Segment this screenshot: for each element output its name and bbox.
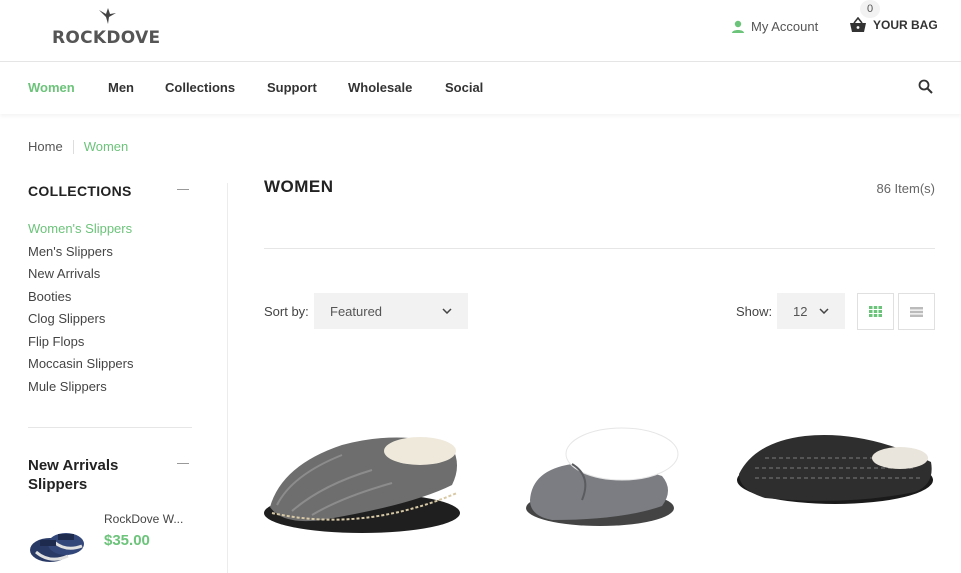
search-icon[interactable] <box>918 79 934 95</box>
breadcrumb-current: Women <box>83 139 129 154</box>
my-account-label: My Account <box>751 19 819 34</box>
your-bag-label: YOUR BAG <box>873 18 938 32</box>
nav-item-wholesale[interactable]: Wholesale <box>348 80 412 95</box>
grid-view-icon <box>869 306 882 317</box>
sort-select[interactable]: Featured <box>314 293 468 329</box>
new-arrival-thumbnail[interactable] <box>28 512 88 568</box>
collapse-collections-icon[interactable] <box>177 189 189 190</box>
new-arrival-price: $35.00 <box>104 532 150 549</box>
nav-item-collections[interactable]: Collections <box>165 80 235 95</box>
list-view-button[interactable] <box>898 293 935 330</box>
breadcrumb-separator <box>72 139 74 154</box>
collapse-new-arrivals-icon[interactable] <box>177 463 189 464</box>
main-nav: Women Men Collections Support Wholesale … <box>0 62 961 114</box>
bird-logo-icon <box>99 8 116 24</box>
new-arrivals-title: New Arrivals Slippers <box>28 457 119 493</box>
breadcrumb: Home Women <box>28 139 128 154</box>
sidebar-divider <box>28 427 192 428</box>
product-image-grey-bootie[interactable] <box>526 427 679 526</box>
item-count: 86 Item(s) <box>876 181 935 196</box>
collection-mens-slippers[interactable]: Men's Slippers <box>28 244 134 267</box>
nav-item-women[interactable]: Women <box>28 80 75 95</box>
collection-clog-slippers[interactable]: Clog Slippers <box>28 311 134 334</box>
collection-new-arrivals[interactable]: New Arrivals <box>28 266 134 289</box>
your-bag-button[interactable]: YOUR BAG <box>849 17 938 33</box>
collection-moccasin-slippers[interactable]: Moccasin Slippers <box>28 356 134 379</box>
my-account-link[interactable]: My Account <box>731 19 818 34</box>
nav-item-support[interactable]: Support <box>267 80 317 95</box>
grid-view-button[interactable] <box>857 293 894 330</box>
nav-item-social[interactable]: Social <box>445 80 483 95</box>
sort-select-value: Featured <box>330 303 383 319</box>
sidebar-vertical-divider <box>227 183 228 573</box>
collection-mule-slippers[interactable]: Mule Slippers <box>28 379 134 402</box>
collection-womens-slippers[interactable]: Women's Slippers <box>28 221 134 244</box>
list-view-icon <box>910 306 923 317</box>
product-image-grey-knit-slipper[interactable] <box>262 425 464 540</box>
show-label: Show: <box>736 304 773 319</box>
logo-text: ROCKDOVE <box>52 28 161 48</box>
new-arrival-name[interactable]: RockDove W... <box>104 512 183 526</box>
collection-flip-flops[interactable]: Flip Flops <box>28 334 134 357</box>
collections-title: COLLECTIONS <box>28 183 132 199</box>
collection-booties[interactable]: Booties <box>28 289 134 312</box>
show-select-value: 12 <box>793 303 808 319</box>
user-icon <box>732 20 744 33</box>
chevron-down-icon <box>442 308 452 314</box>
page-title: WOMEN <box>264 177 334 196</box>
main-divider <box>264 248 935 249</box>
chevron-down-icon <box>819 308 829 314</box>
collections-list: Women's Slippers Men's Slippers New Arri… <box>28 221 134 401</box>
bag-count-badge: 0 <box>860 0 880 18</box>
rockdove-logo[interactable]: ROCKDOVE <box>52 8 164 48</box>
product-image-black-knit-slipper[interactable] <box>735 428 937 508</box>
site-header: ROCKDOVE My Account 0 YOUR BAG <box>0 0 961 62</box>
sort-label: Sort by: <box>264 304 309 319</box>
show-select[interactable]: 12 <box>777 293 845 329</box>
nav-item-men[interactable]: Men <box>108 80 134 95</box>
breadcrumb-home[interactable]: Home <box>28 139 63 154</box>
basket-icon <box>850 17 866 32</box>
